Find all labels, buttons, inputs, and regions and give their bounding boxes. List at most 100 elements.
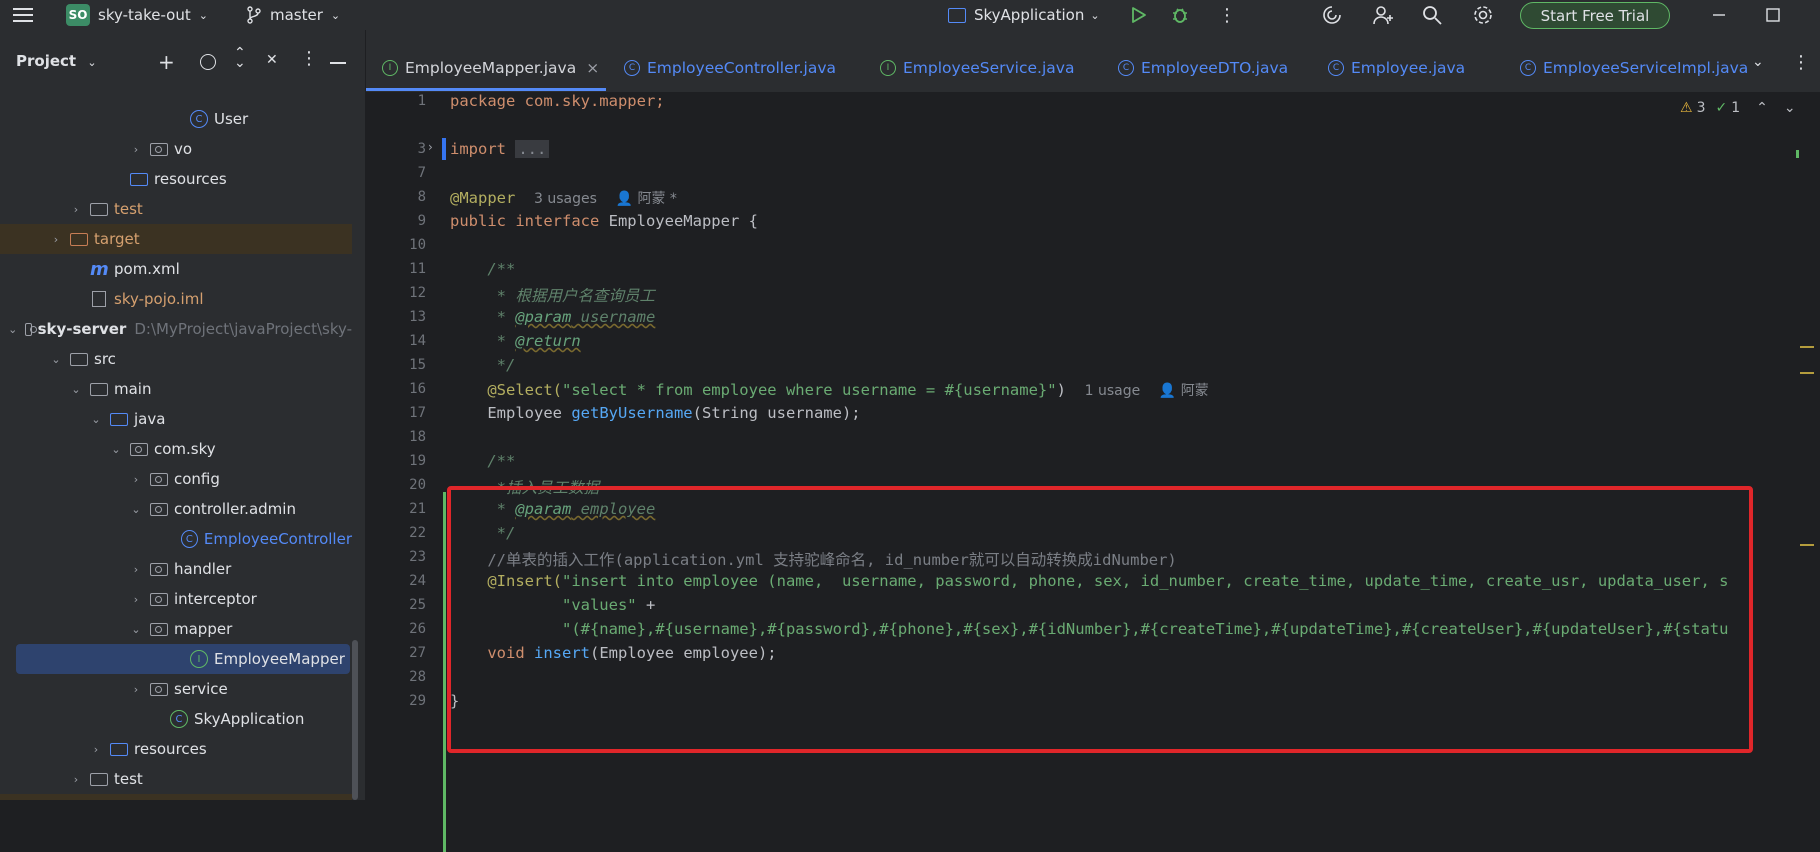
project-scrollbar[interactable] [352,640,358,800]
line-number[interactable]: 27 [366,645,426,661]
add-user-icon[interactable] [1372,0,1394,30]
editor-tab[interactable]: C EmployeeServiceImpl.java [1520,56,1748,80]
warning-stripe[interactable] [1800,544,1814,546]
expand-chevron-icon[interactable]: ⌄ [110,443,122,456]
tree-item[interactable]: › test [0,194,352,224]
line-number[interactable]: 20 [366,477,426,493]
editor-tab[interactable]: I EmployeeMapper.java × [382,56,599,80]
line-number[interactable]: 15 [366,357,426,373]
expand-chevron-icon[interactable]: ⌄ [8,323,17,336]
editor-tab[interactable]: I EmployeeService.java [880,56,1074,80]
warning-stripe[interactable] [1800,372,1814,374]
expand-chevron-icon[interactable]: › [130,143,142,156]
line-number[interactable]: 25 [366,597,426,613]
line-number[interactable]: 10 [366,237,426,253]
change-stripe[interactable] [1796,150,1799,158]
minimize-window-icon[interactable] [1712,0,1726,30]
tree-item[interactable]: resources [0,164,352,194]
tree-item[interactable]: › handler [0,554,352,584]
line-number[interactable]: 26 [366,621,426,637]
expand-chevron-icon[interactable]: › [130,563,142,576]
line-number[interactable]: 18 [366,429,426,445]
close-tab-icon[interactable]: × [586,59,599,77]
ai-assistant-icon[interactable] [1322,0,1342,30]
line-number[interactable]: 28 [366,669,426,685]
tree-item[interactable]: ⌄ com.sky [0,434,352,464]
line-number[interactable]: 17 [366,405,426,421]
debug-button[interactable] [1170,0,1190,30]
tree-item[interactable]: I EmployeeMapper [16,644,350,674]
project-switcher[interactable]: SO sky-take-out ⌄ [66,0,208,30]
expand-chevron-icon[interactable]: › [50,233,62,246]
expand-chevron-icon[interactable]: ⌄ [130,503,142,516]
expand-chevron-icon[interactable]: › [130,593,142,606]
author-hint[interactable]: 👤 阿蒙 * [616,191,677,207]
tree-item[interactable]: C SkyApplication [0,704,352,734]
line-number[interactable]: 29 [366,693,426,709]
line-number[interactable]: 23 [366,549,426,565]
tree-item[interactable]: ›target [0,224,352,254]
line-number[interactable]: 9 [366,213,426,229]
expand-chevron-icon[interactable]: ⌄ [90,413,102,426]
editor-tab[interactable]: C EmployeeDTO.java [1118,56,1288,80]
inspection-widget[interactable]: ⚠ 3 ✓ 1 ⌃ ⌄ [1680,100,1796,116]
tree-item[interactable]: › interceptor [0,584,352,614]
line-number[interactable]: 19 [366,453,426,469]
folded-imports[interactable]: ... [515,140,550,158]
collapse-all-icon[interactable]: ✕ [266,52,278,68]
line-number[interactable]: 22 [366,525,426,541]
start-free-trial-button[interactable]: Start Free Trial [1520,2,1670,29]
settings-gear-icon[interactable] [1472,0,1494,30]
usages-hint[interactable]: 3 usages [534,191,597,207]
line-number[interactable]: 16 [366,381,426,397]
run-config-selector[interactable]: SkyApplication ⌄ [948,0,1100,30]
add-icon[interactable]: + [158,50,175,74]
tree-item[interactable]: › vo [0,134,352,164]
project-panel-title[interactable]: Project ⌄ [16,52,97,70]
tree-item[interactable]: ⌄ main [0,374,352,404]
line-number[interactable]: 11 [366,261,426,277]
tree-item[interactable]: m pom.xml [0,254,352,284]
more-actions-icon[interactable]: ⋮ [1218,0,1236,30]
tabs-overflow-icon[interactable]: ⌄ [1752,54,1764,70]
tree-item[interactable]: sky-pojo.iml [0,284,352,314]
line-number[interactable]: 1 [366,93,426,109]
expand-chevron-icon[interactable]: › [90,743,102,756]
tree-item[interactable]: C User [0,104,352,134]
expand-all-icon[interactable]: ⌃ ⌄ [234,46,246,70]
line-number[interactable]: 21 [366,501,426,517]
fold-import-icon[interactable]: › [428,140,433,154]
expand-chevron-icon[interactable]: › [70,773,82,786]
search-icon[interactable] [1422,0,1442,30]
editor-tab[interactable]: C EmployeeController.java [624,56,836,80]
previous-problem-icon[interactable]: ⌃ [1756,100,1768,116]
tree-item[interactable]: C EmployeeController [0,524,352,554]
tree-item[interactable]: › config [0,464,352,494]
line-number[interactable]: 7 [366,165,426,181]
tree-item[interactable]: › test [0,764,352,794]
locate-file-icon[interactable] [200,54,216,70]
warning-stripe[interactable] [1800,346,1814,348]
main-menu-icon[interactable] [12,0,34,30]
tree-item[interactable]: ⌄ mapper [0,614,352,644]
line-number[interactable]: 24 [366,573,426,589]
next-problem-icon[interactable]: ⌄ [1784,100,1796,116]
tree-item[interactable]: ›target [0,794,352,800]
line-number[interactable]: 8 [366,189,426,205]
expand-chevron-icon[interactable]: › [130,473,142,486]
line-number[interactable]: 3 [366,141,426,157]
expand-chevron-icon[interactable]: ⌄ [50,353,62,366]
usages-hint[interactable]: 1 usage [1085,383,1141,399]
line-number[interactable]: 12 [366,285,426,301]
more-tabs-icon[interactable]: ⋮ [1792,52,1810,73]
vcs-branch-switcher[interactable]: master ⌄ [246,0,340,30]
expand-chevron-icon[interactable]: › [70,203,82,216]
tree-item[interactable]: › resources [0,734,352,764]
tree-item[interactable]: ⌄ java [0,404,352,434]
tree-item[interactable]: ⌄ controller.admin [0,494,352,524]
expand-chevron-icon[interactable]: › [130,683,142,696]
tree-item[interactable]: › service [0,674,352,704]
line-number[interactable]: 13 [366,309,426,325]
maximize-window-icon[interactable] [1766,0,1780,30]
editor-tab[interactable]: C Employee.java [1328,56,1465,80]
